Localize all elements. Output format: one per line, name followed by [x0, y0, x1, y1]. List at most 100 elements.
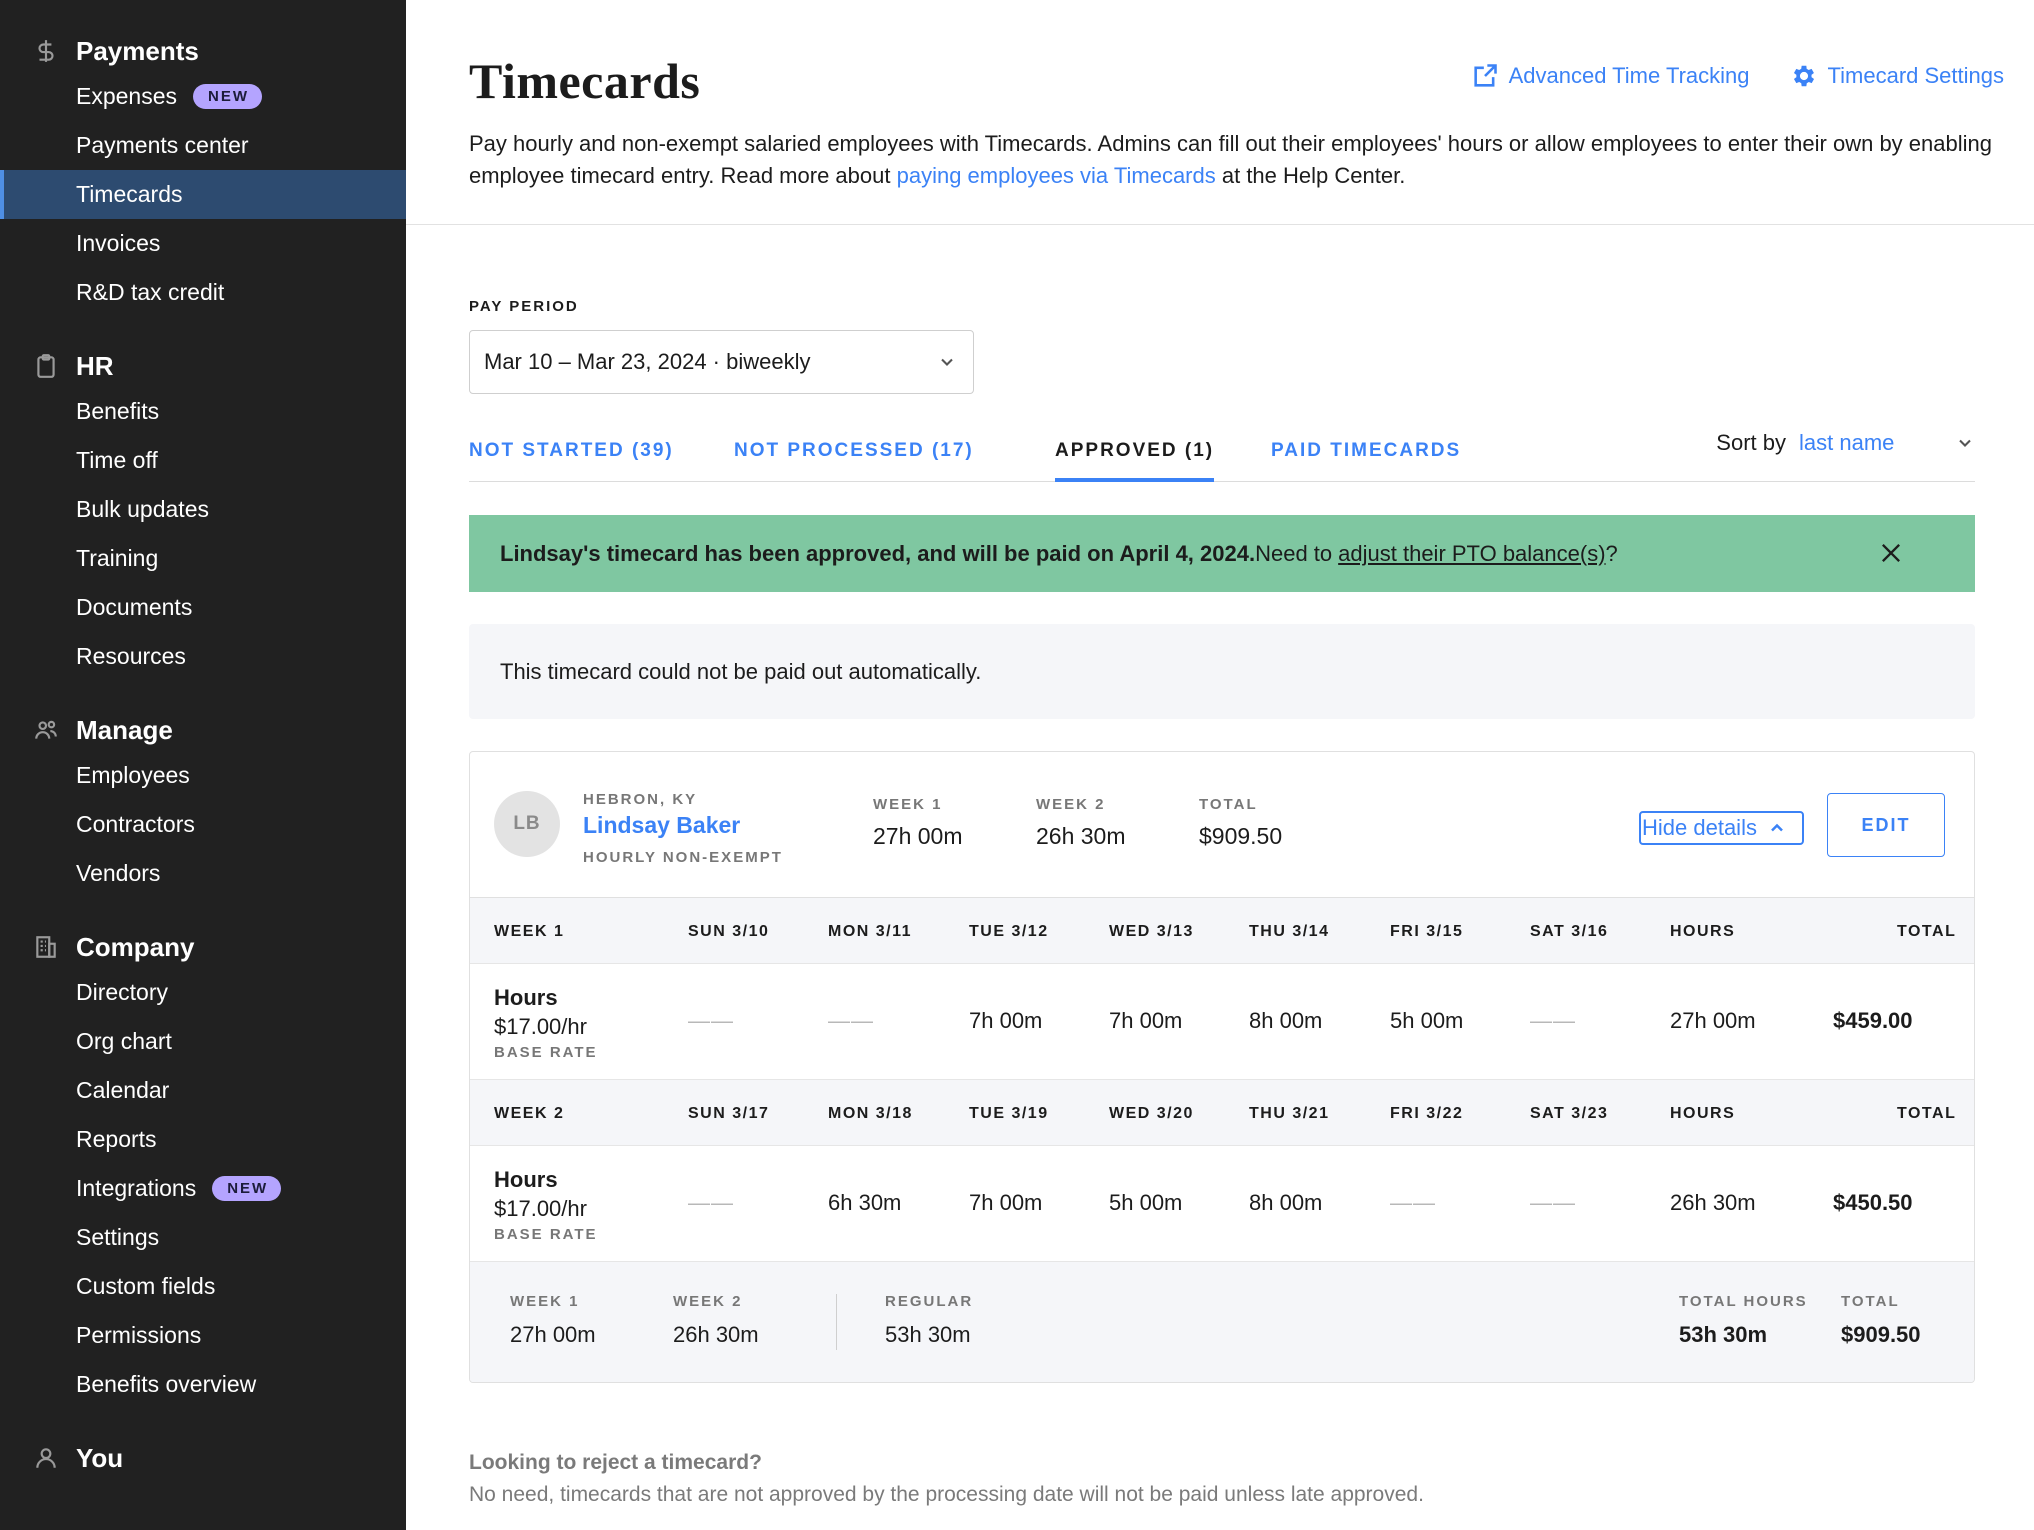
tab-not-started[interactable]: NOT STARTED (39): [469, 440, 674, 482]
sidebar-item-expenses[interactable]: Expenses NEW: [0, 72, 406, 121]
sidebar-item-label: Integrations: [76, 1175, 197, 1201]
employee-name-link[interactable]: Lindsay Baker: [583, 812, 740, 839]
sidebar-item-reports[interactable]: Reports: [0, 1115, 406, 1164]
base-rate: $17.00/hr: [494, 1014, 587, 1039]
sidebar-item-integrations[interactable]: Integrations NEW: [0, 1164, 406, 1213]
nav-head-manage[interactable]: Manage: [0, 709, 406, 751]
footer-value: 27h 00m: [510, 1322, 596, 1347]
day-hours: 7h 00m: [969, 1008, 1043, 1033]
day-hours: 7h 00m: [1109, 1008, 1183, 1033]
sidebar-item-label: Payments center: [76, 132, 249, 158]
sidebar-item-resources[interactable]: Resources: [0, 632, 406, 681]
pay-period-select[interactable]: Mar 10 – Mar 23, 2024 · biweekly: [469, 330, 974, 394]
footer-label: TOTAL: [1841, 1293, 1900, 1310]
row-title: Hours: [494, 985, 558, 1010]
external-link-icon: [1473, 64, 1497, 87]
hide-details-label: Hide details: [1642, 815, 1757, 840]
help-center-link[interactable]: paying employees via Timecards: [897, 163, 1216, 188]
sort-control[interactable]: Sort by last name: [1716, 430, 1975, 456]
sidebar-item-label: Bulk updates: [76, 496, 209, 522]
timecard-totals: WEEK 1 27h 00m WEEK 2 26h 30m REGULAR 53…: [470, 1262, 1974, 1382]
hours-header: HOURS: [1670, 923, 1736, 940]
hours-header: HOURS: [1670, 1105, 1736, 1122]
alert-suffix: ?: [1605, 540, 1618, 566]
day-header: WED 3/13: [1109, 923, 1194, 940]
sidebar-item-label: Benefits: [76, 398, 160, 424]
nav-head-hr[interactable]: HR: [0, 345, 406, 387]
nav-section-manage: Manage Employees Contractors Vendors: [0, 709, 406, 898]
day-hours: ——: [1530, 1008, 1576, 1033]
sidebar-item-label: Directory: [76, 979, 169, 1005]
employee-location: HEBRON, KY: [583, 791, 698, 808]
sidebar-item-label: Reports: [76, 1126, 157, 1152]
total-header: TOTAL: [1897, 923, 1957, 940]
tab-not-processed[interactable]: NOT PROCESSED (17): [734, 440, 974, 482]
sidebar-item-label: Training: [76, 545, 159, 571]
day-header: SUN 3/17: [688, 1105, 770, 1122]
day-hours: 7h 00m: [969, 1190, 1043, 1215]
header-links: Advanced Time Tracking Timecard Settings: [1431, 62, 2004, 90]
sidebar-item-timecards[interactable]: Timecards: [0, 170, 406, 219]
day-header: MON 3/18: [828, 1105, 913, 1122]
timecard-card: LB HEBRON, KY Lindsay Baker HOURLY NON-E…: [469, 751, 1975, 1383]
day-header: SUN 3/10: [688, 923, 770, 940]
sidebar-item-invoices[interactable]: Invoices: [0, 219, 406, 268]
nav-section-company: Company Directory Org chart Calendar Rep…: [0, 926, 406, 1409]
day-hours: 5h 00m: [1109, 1190, 1183, 1215]
building-icon: [32, 933, 60, 961]
sidebar-item-time-off[interactable]: Time off: [0, 436, 406, 485]
sidebar-item-employees[interactable]: Employees: [0, 751, 406, 800]
tab-paid-timecards[interactable]: PAID TIMECARDS: [1271, 440, 1461, 482]
adjust-pto-link[interactable]: adjust their PTO balance(s): [1338, 541, 1605, 567]
nav-head-payments[interactable]: Payments: [0, 30, 406, 72]
new-badge: NEW: [212, 1176, 282, 1201]
sidebar-item-documents[interactable]: Documents: [0, 583, 406, 632]
close-icon[interactable]: [1877, 539, 1905, 567]
sidebar-item-contractors[interactable]: Contractors: [0, 800, 406, 849]
sidebar-item-benefits-overview[interactable]: Benefits overview: [0, 1360, 406, 1409]
timecard-settings-link[interactable]: Timecard Settings: [1790, 62, 2004, 90]
intro-text-part-2: at the Help Center.: [1215, 163, 1406, 188]
sidebar-item-label: Calendar: [76, 1077, 170, 1103]
sidebar-item-org-chart[interactable]: Org chart: [0, 1017, 406, 1066]
week-total: $450.50: [1833, 1190, 1913, 1215]
sidebar-item-benefits[interactable]: Benefits: [0, 387, 406, 436]
sidebar-item-training[interactable]: Training: [0, 534, 406, 583]
chevron-down-icon: [941, 358, 953, 366]
sidebar-item-bulk-updates[interactable]: Bulk updates: [0, 485, 406, 534]
sort-value[interactable]: last name: [1799, 430, 1949, 456]
week-total: $459.00: [1833, 1008, 1913, 1033]
nav-head-company[interactable]: Company: [0, 926, 406, 968]
nav-head-you[interactable]: You: [0, 1437, 406, 1479]
sidebar-item-label: Settings: [76, 1224, 160, 1250]
footer-label: REGULAR: [885, 1293, 974, 1310]
sidebar-item-vendors[interactable]: Vendors: [0, 849, 406, 898]
sidebar-item-label: Org chart: [76, 1028, 172, 1054]
person-icon: [32, 1444, 60, 1472]
footer-regular: REGULAR 53h 30m: [885, 1293, 973, 1348]
chevron-up-icon: [1771, 823, 1783, 832]
sidebar-item-label: Contractors: [76, 811, 195, 837]
day-hours: ——: [688, 1008, 734, 1033]
hide-details-button[interactable]: Hide details: [1639, 811, 1804, 845]
footer-label: WEEK 2: [673, 1293, 743, 1310]
sidebar-item-permissions[interactable]: Permissions: [0, 1311, 406, 1360]
edit-button[interactable]: EDIT: [1827, 793, 1945, 857]
avatar: LB: [494, 791, 560, 857]
summary-label: WEEK 2: [1036, 796, 1106, 813]
day-hours: 5h 00m: [1390, 1008, 1464, 1033]
advanced-time-tracking-link[interactable]: Advanced Time Tracking: [1471, 62, 1750, 90]
sidebar-item-settings[interactable]: Settings: [0, 1213, 406, 1262]
footer-label: TOTAL HOURS: [1679, 1293, 1808, 1310]
footer-value: 53h 30m: [885, 1322, 971, 1347]
sidebar-item-custom-fields[interactable]: Custom fields: [0, 1262, 406, 1311]
sidebar-item-payments-center[interactable]: Payments center: [0, 121, 406, 170]
tab-approved[interactable]: APPROVED (1): [1055, 440, 1215, 482]
footer-week-2: WEEK 2 26h 30m: [673, 1293, 759, 1348]
sidebar-item-directory[interactable]: Directory: [0, 968, 406, 1017]
footer-value: $909.50: [1841, 1322, 1921, 1347]
sidebar-item-rd-tax-credit[interactable]: R&D tax credit: [0, 268, 406, 317]
footer-divider: [836, 1294, 837, 1350]
gear-icon: [1793, 65, 1814, 87]
sidebar-item-calendar[interactable]: Calendar: [0, 1066, 406, 1115]
